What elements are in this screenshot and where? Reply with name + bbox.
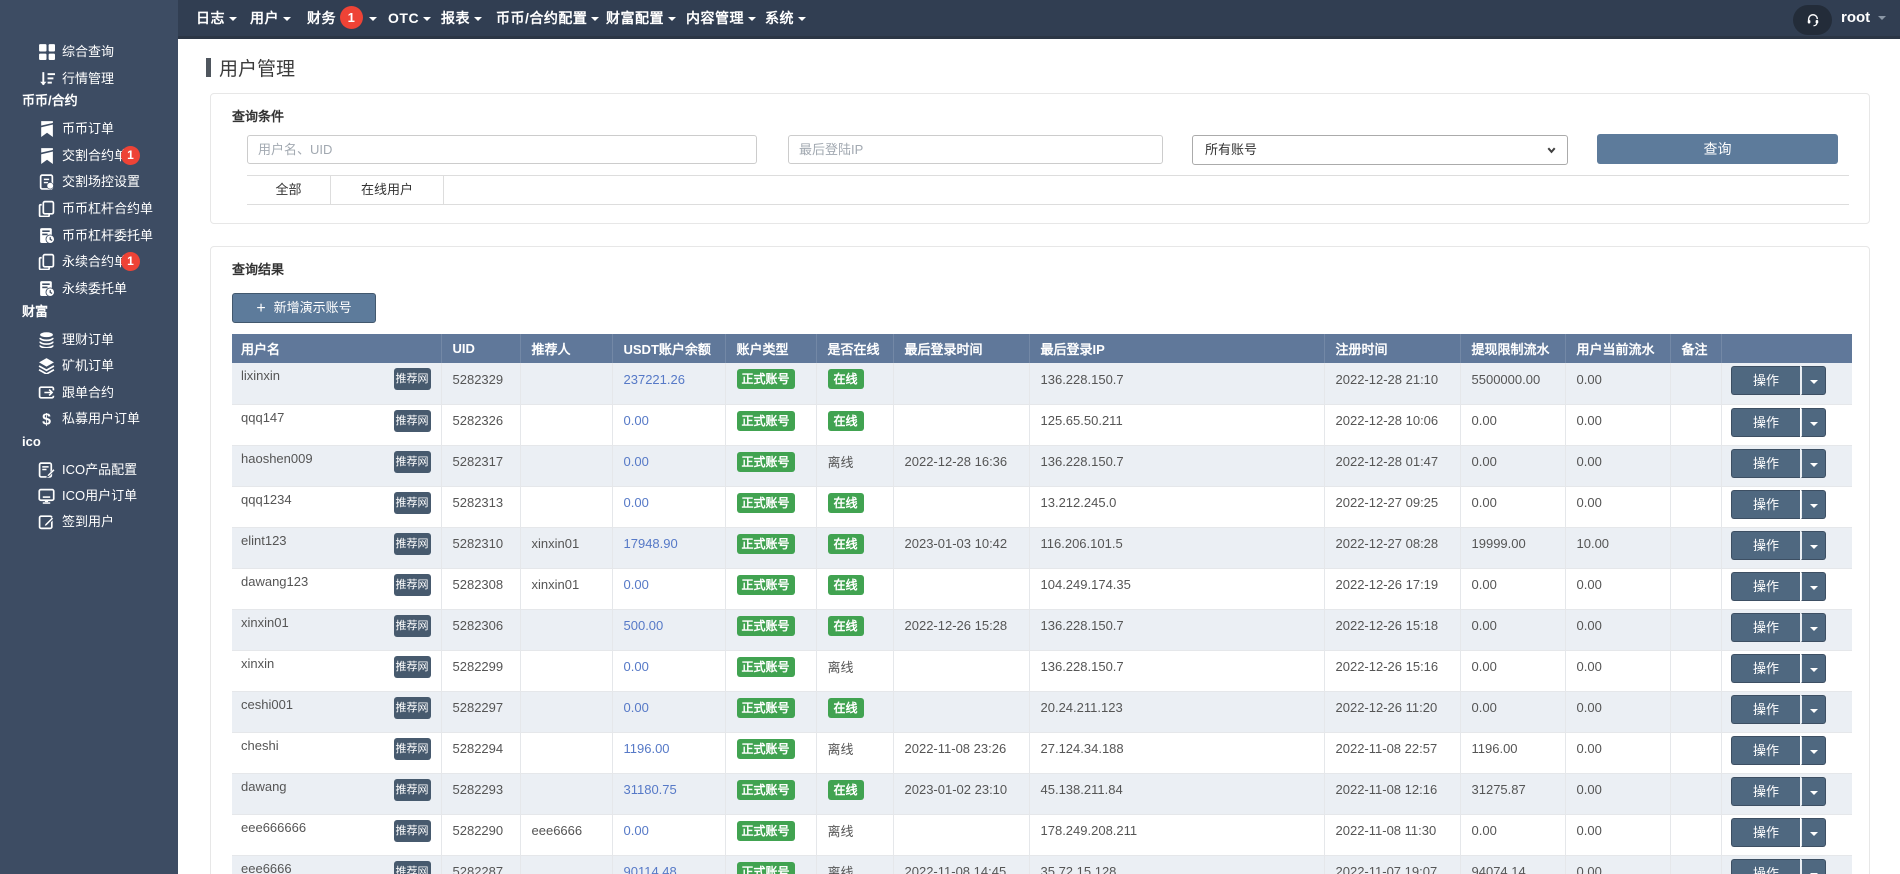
svg-text:$: $ (42, 411, 51, 427)
